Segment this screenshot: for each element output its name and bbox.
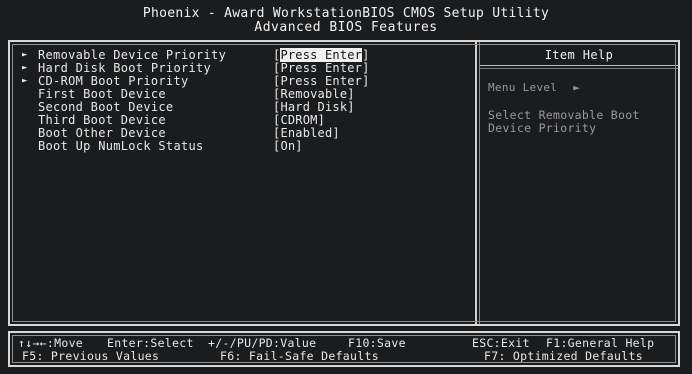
setting-value-text: On — [280, 139, 296, 153]
menu-level: Menu Level ► — [488, 81, 580, 94]
key-f5-previous: F5: Previous Values — [22, 349, 160, 363]
value-bracket-close: ] — [332, 126, 340, 140]
setting-value-text: Press Enter — [280, 48, 363, 62]
help-separator-inner — [480, 68, 678, 69]
value-bracket-close: ] — [362, 61, 370, 75]
item-help-title: Item Help — [544, 48, 614, 62]
page-title: Advanced BIOS Features — [254, 20, 438, 35]
setting-value-text: CDROM — [280, 113, 318, 127]
setting-value-text: Press Enter — [280, 74, 363, 88]
setting-value[interactable]: [On] — [273, 140, 303, 153]
setting-value-text: Hard Disk — [280, 100, 348, 114]
key-f7-optimized: F7: Optimized Defaults — [484, 349, 643, 363]
title-bar: Phoenix - Award WorkstationBIOS CMOS Set… — [0, 0, 692, 42]
menu-level-arrow-icon: ► — [573, 81, 581, 94]
help-separator — [480, 65, 678, 66]
submenu-arrow-icon: ► — [22, 63, 28, 73]
value-bracket-close: ] — [362, 48, 370, 62]
value-bracket-close: ] — [317, 113, 325, 127]
submenu-arrow-icon: ► — [22, 50, 28, 60]
value-bracket-close: ] — [347, 87, 355, 101]
value-bracket-close: ] — [347, 100, 355, 114]
value-bracket-close: ] — [295, 139, 303, 153]
panel-divider — [475, 42, 477, 324]
main-panel: ► Removable Device Priority [Press Enter] ►… — [8, 40, 680, 326]
value-bracket-close: ] — [362, 74, 370, 88]
key-legend: ↑↓→←:Move Enter:Select +/-/PU/PD:Value F… — [8, 331, 680, 367]
key-f6-failsafe: F6: Fail-Safe Defaults — [220, 349, 379, 363]
item-help-panel: Item Help Menu Level ► Select Removable B… — [480, 42, 678, 324]
setting-value-text: Press Enter — [280, 61, 363, 75]
setting-value-text: Enabled — [280, 126, 333, 140]
setting-row[interactable]: Boot Up NumLock Status [On] — [22, 140, 474, 153]
settings-list: ► Removable Device Priority [Press Enter] ►… — [22, 48, 474, 153]
help-description: Select Removable Boot Device Priority — [488, 108, 640, 135]
setting-value-text: Removable — [280, 87, 348, 101]
setting-label: Boot Up NumLock Status — [38, 139, 204, 153]
menu-level-label: Menu Level — [488, 81, 558, 94]
utility-title: Phoenix - Award WorkstationBIOS CMOS Set… — [142, 6, 550, 21]
submenu-arrow-icon: ► — [22, 76, 28, 86]
